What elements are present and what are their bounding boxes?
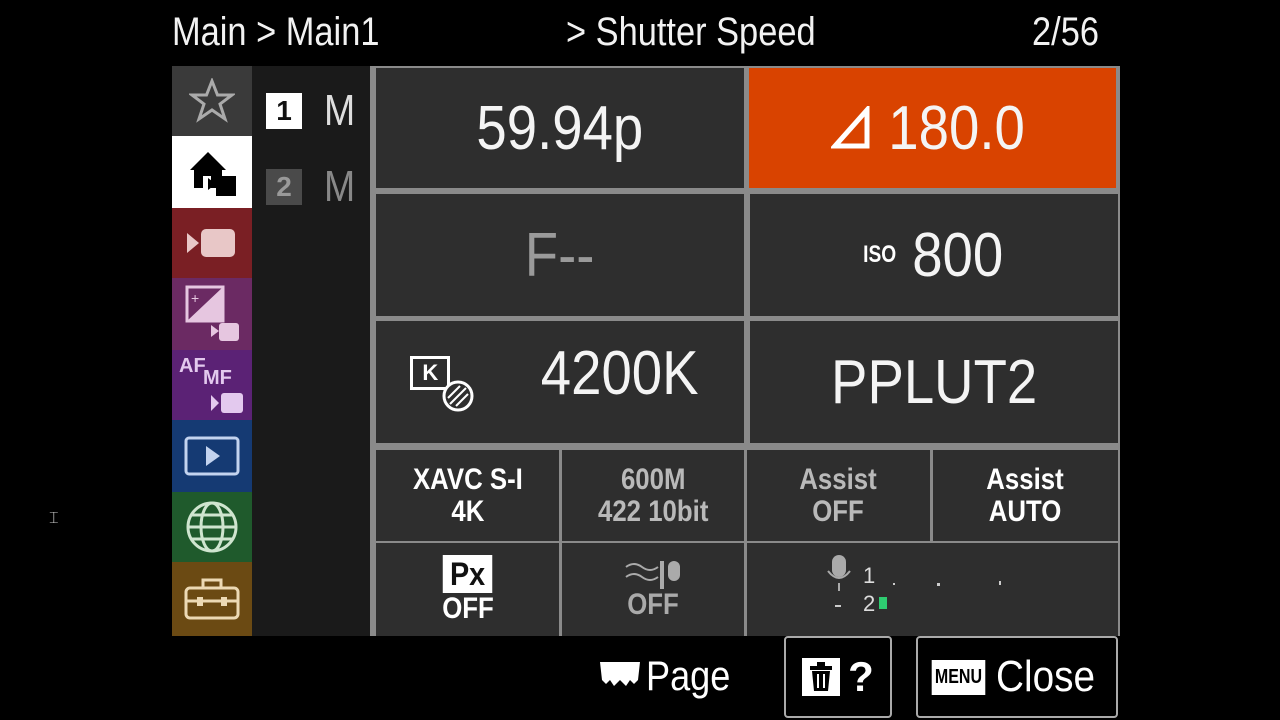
shutter-angle-icon (830, 106, 870, 149)
tile-shutter-speed[interactable]: 180.0 (749, 68, 1116, 188)
category-sidebar: + AF MF (172, 66, 252, 636)
current-setting-title: > Shutter Speed (566, 10, 816, 54)
video-camera-icon (187, 229, 235, 257)
star-icon (189, 78, 235, 123)
toolbox-icon (184, 578, 240, 620)
assist-auto-label: Assist AUTO (986, 462, 1065, 528)
tile-audio-level[interactable]: 1 2 (747, 543, 1118, 636)
iso-value: 800 (912, 220, 1004, 290)
help-question-label: ? (848, 653, 874, 700)
gamma-assist-label: Assist OFF (799, 462, 878, 528)
assist-title: Assist (799, 462, 878, 496)
tile-file-format[interactable]: XAVC S-I 4K (376, 450, 559, 541)
assist-title: Assist (986, 462, 1065, 496)
tile-record-setting[interactable]: 600M 422 10bit (562, 450, 744, 541)
sidebar-item-main[interactable] (172, 136, 252, 208)
audio-scale-tick (893, 583, 895, 585)
tile-aperture[interactable]: F-- (376, 194, 744, 316)
sidebar-item-shooting[interactable] (172, 208, 252, 278)
home-camera-icon (190, 152, 236, 196)
sidebar-item-focus[interactable]: AF MF (172, 350, 252, 420)
bitrate-value: 600M (620, 462, 686, 496)
microphone-icon (827, 555, 851, 591)
proxy-value: OFF (441, 591, 494, 625)
page-item-label: M (324, 162, 356, 211)
record-setting-label: 600M 422 10bit (597, 462, 709, 528)
sidebar-item-favorites[interactable] (172, 66, 252, 136)
aperture-value: F-- (525, 220, 595, 290)
audio-scale-tick (999, 581, 1001, 585)
page-number-badge: 2 (266, 169, 302, 205)
af-mf-icon: AF MF (177, 353, 247, 417)
playback-icon (184, 436, 240, 476)
codec-resolution: 4K (450, 494, 484, 528)
globe-icon (186, 501, 238, 553)
tile-white-balance[interactable]: K 4200K (376, 321, 744, 443)
dial-icon (600, 662, 640, 686)
trash-icon (802, 658, 841, 696)
sampling-value: 422 10bit (597, 494, 709, 528)
wb-dial-icon (442, 380, 474, 412)
sidebar-item-exposure[interactable]: + (172, 278, 252, 350)
iso-label: ISO (862, 241, 896, 268)
page-list: 1 M 2 M (252, 66, 370, 636)
tile-iso[interactable]: ISO 800 (750, 194, 1118, 316)
wind-noise-value: OFF (627, 587, 679, 621)
white-balance-value: 4200K (541, 338, 699, 408)
close-label: Close (996, 652, 1096, 701)
exposure-icon: + (185, 285, 239, 341)
sidebar-item-network[interactable] (172, 492, 252, 562)
tile-gamma-assist[interactable]: Assist OFF (747, 450, 930, 541)
audio-scale-tick (835, 605, 841, 607)
proxy-badge: Px (442, 554, 493, 593)
audio-level-meter: 1 2 (747, 543, 1107, 636)
audio-scale-tick (937, 583, 940, 586)
assist-value: AUTO (989, 494, 1062, 528)
page-item-1[interactable]: 1 M (266, 86, 361, 136)
sidebar-item-playback[interactable] (172, 420, 252, 492)
tile-frame-rate[interactable]: 59.94p (376, 68, 744, 188)
page-item-2[interactable]: 2 M (266, 162, 361, 212)
movie-mini-icon (211, 393, 243, 413)
audio-channel-2-label: 2 (863, 591, 876, 616)
breadcrumb: Main > Main1 (172, 10, 380, 54)
frame-rate-value: 59.94p (476, 93, 644, 163)
mf-label: MF (203, 367, 232, 389)
assist-value: OFF (812, 494, 865, 528)
delete-help-button[interactable]: ? (784, 636, 892, 718)
picture-profile-value: PPLUT2 (830, 347, 1038, 417)
page-counter: 2/56 (1032, 10, 1099, 54)
sidebar-item-setup[interactable] (172, 562, 252, 636)
close-button[interactable]: MENU Close (916, 636, 1118, 718)
text-cursor-icon: ⌶ (49, 510, 59, 527)
file-format-label: XAVC S-I 4K (412, 462, 523, 528)
wb-kelvin-icon: K (410, 352, 480, 412)
audio-level-bar (879, 597, 887, 609)
page-number-badge: 1 (266, 93, 302, 129)
codec-name: XAVC S-I (412, 462, 523, 496)
tile-assist-auto[interactable]: Assist AUTO (933, 450, 1118, 541)
page-hint-label: Page (646, 652, 731, 699)
af-label: AF (179, 355, 206, 377)
tile-wind-noise[interactable]: OFF (562, 543, 744, 636)
audio-channel-1-label: 1 (863, 563, 876, 588)
shutter-angle-value: 180.0 (888, 93, 1025, 163)
menu-badge: MENU (931, 659, 986, 695)
page-item-label: M (324, 86, 356, 135)
tile-picture-profile[interactable]: PPLUT2 (750, 321, 1118, 443)
svg-text:+: + (191, 290, 199, 306)
function-grid: 59.94p 180.0 F-- ISO 800 K 4200K PPLUT2 (370, 66, 1120, 636)
tile-proxy-recording[interactable]: Px OFF (376, 543, 559, 636)
